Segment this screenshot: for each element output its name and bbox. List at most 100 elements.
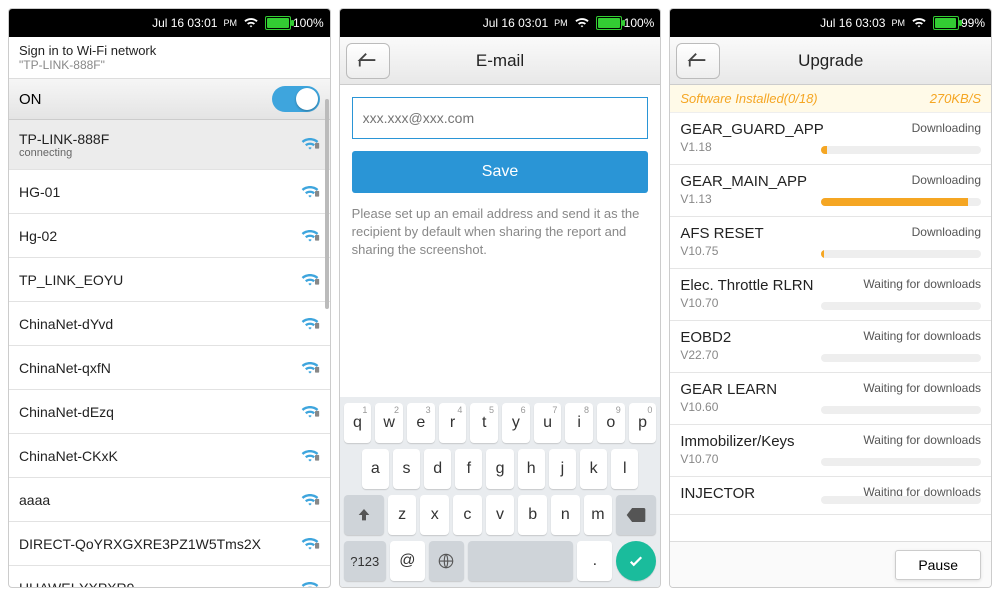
key-s[interactable]: s <box>393 449 420 489</box>
wifi-name: HG-01 <box>19 184 60 200</box>
pause-button[interactable]: Pause <box>895 550 981 580</box>
wifi-name: ChinaNet-CKxK <box>19 448 118 464</box>
key-o[interactable]: o9 <box>597 403 625 443</box>
wifi-row[interactable]: HG-01 <box>9 170 330 214</box>
key-h[interactable]: h <box>518 449 545 489</box>
wifi-row[interactable]: ChinaNet-dEzq <box>9 390 330 434</box>
email-input[interactable] <box>352 97 649 139</box>
wifi-row[interactable]: ChinaNet-qxfN <box>9 346 330 390</box>
key-t[interactable]: t5 <box>470 403 498 443</box>
upgrade-row[interactable]: INJECTORWaiting for downloads <box>670 477 991 515</box>
upgrade-list[interactable]: GEAR_GUARD_APPV1.18DownloadingGEAR_MAIN_… <box>670 113 991 541</box>
key-j[interactable]: j <box>549 449 576 489</box>
signal-icon <box>300 402 320 421</box>
wifi-row[interactable]: ChinaNet-CKxK <box>9 434 330 478</box>
scroll-indicator <box>325 99 329 309</box>
save-button[interactable]: Save <box>352 151 649 193</box>
key-c[interactable]: c <box>453 495 482 535</box>
key-z[interactable]: z <box>388 495 417 535</box>
upgrade-status: Downloading <box>912 173 981 187</box>
wifi-name: DIRECT-QoYRXGXRE3PZ1W5Tms2X <box>19 536 261 552</box>
wifi-icon <box>574 14 590 33</box>
at-key[interactable]: @ <box>390 541 425 581</box>
key-d[interactable]: d <box>424 449 451 489</box>
enter-key[interactable] <box>616 541 656 581</box>
key-e[interactable]: e3 <box>407 403 435 443</box>
wifi-on-row: ON <box>9 78 330 120</box>
upgrade-row[interactable]: GEAR_MAIN_APPV1.13Downloading <box>670 165 991 217</box>
signal-icon <box>300 534 320 553</box>
key-v[interactable]: v <box>486 495 515 535</box>
wifi-name: TP_LINK_EOYU <box>19 272 123 288</box>
wifi-row-selected[interactable]: TP-LINK-888Fconnecting <box>9 120 330 170</box>
wifi-name: ChinaNet-dYvd <box>19 316 113 332</box>
shift-key[interactable] <box>344 495 384 535</box>
key-u[interactable]: u7 <box>534 403 562 443</box>
battery-pct: 100% <box>293 16 324 30</box>
key-b[interactable]: b <box>518 495 547 535</box>
backspace-key[interactable] <box>616 495 656 535</box>
key-y[interactable]: y6 <box>502 403 530 443</box>
battery-indicator: 99% <box>933 16 985 30</box>
globe-key[interactable] <box>429 541 464 581</box>
wifi-name: Hg-02 <box>19 228 57 244</box>
key-n[interactable]: n <box>551 495 580 535</box>
wifi-name: aaaa <box>19 492 50 508</box>
progress-track <box>821 458 981 466</box>
key-m[interactable]: m <box>584 495 613 535</box>
status-time: Jul 16 03:01 <box>152 16 217 30</box>
upgrade-row[interactable]: EOBD2V22.70Waiting for downloads <box>670 321 991 373</box>
signal-icon <box>300 314 320 333</box>
progress-fill <box>821 146 827 154</box>
back-button[interactable] <box>676 43 720 79</box>
progress-track <box>821 496 981 504</box>
battery-icon <box>265 16 291 30</box>
key-f[interactable]: f <box>455 449 482 489</box>
wifi-list[interactable]: TP-LINK-888Fconnecting HG-01 Hg-02 TP_LINK_… <box>9 120 330 587</box>
key-q[interactable]: q1 <box>344 403 372 443</box>
battery-pct: 99% <box>961 16 985 30</box>
back-button[interactable] <box>346 43 390 79</box>
wifi-row[interactable]: TP_LINK_EOYU <box>9 258 330 302</box>
key-a[interactable]: a <box>362 449 389 489</box>
wifi-row[interactable]: Hg-02 <box>9 214 330 258</box>
key-i[interactable]: i8 <box>565 403 593 443</box>
key-w[interactable]: w2 <box>375 403 403 443</box>
installed-count: Software Installed(0/18) <box>680 91 817 106</box>
upgrade-row[interactable]: Elec. Throttle RLRNV10.70Waiting for dow… <box>670 269 991 321</box>
upgrade-status: Downloading <box>912 121 981 135</box>
key-r[interactable]: r4 <box>439 403 467 443</box>
wifi-icon <box>243 14 259 33</box>
wifi-name: ChinaNet-qxfN <box>19 360 111 376</box>
battery-fill <box>267 18 289 28</box>
progress-fill <box>821 198 968 206</box>
progress-track <box>821 250 981 258</box>
wifi-icon <box>911 14 927 33</box>
upgrade-row[interactable]: AFS RESETV10.75Downloading <box>670 217 991 269</box>
dot-key[interactable]: . <box>577 541 612 581</box>
upgrade-row[interactable]: GEAR LEARNV10.60Waiting for downloads <box>670 373 991 425</box>
key-x[interactable]: x <box>420 495 449 535</box>
pause-bar: Pause <box>670 541 991 587</box>
wifi-row[interactable]: HUAWEI-YXPXR9 <box>9 566 330 587</box>
wifi-row[interactable]: ChinaNet-dYvd <box>9 302 330 346</box>
signin-title: Sign in to Wi-Fi network <box>19 43 320 58</box>
battery-icon <box>933 16 959 30</box>
wifi-name: ChinaNet-dEzq <box>19 404 114 420</box>
status-ampm: PM <box>223 18 237 28</box>
key-p[interactable]: p0 <box>629 403 657 443</box>
key-k[interactable]: k <box>580 449 607 489</box>
progress-track <box>821 354 981 362</box>
wifi-row[interactable]: aaaa <box>9 478 330 522</box>
wifi-toggle[interactable] <box>272 86 320 112</box>
signal-icon <box>300 358 320 377</box>
space-key[interactable] <box>468 541 573 581</box>
signal-icon <box>300 446 320 465</box>
numbers-key[interactable]: ?123 <box>344 541 386 581</box>
key-l[interactable]: l <box>611 449 638 489</box>
wifi-row[interactable]: DIRECT-QoYRXGXRE3PZ1W5Tms2X <box>9 522 330 566</box>
upgrade-row[interactable]: GEAR_GUARD_APPV1.18Downloading <box>670 113 991 165</box>
key-g[interactable]: g <box>486 449 513 489</box>
battery-icon <box>596 16 622 30</box>
upgrade-row[interactable]: Immobilizer/KeysV10.70Waiting for downlo… <box>670 425 991 477</box>
